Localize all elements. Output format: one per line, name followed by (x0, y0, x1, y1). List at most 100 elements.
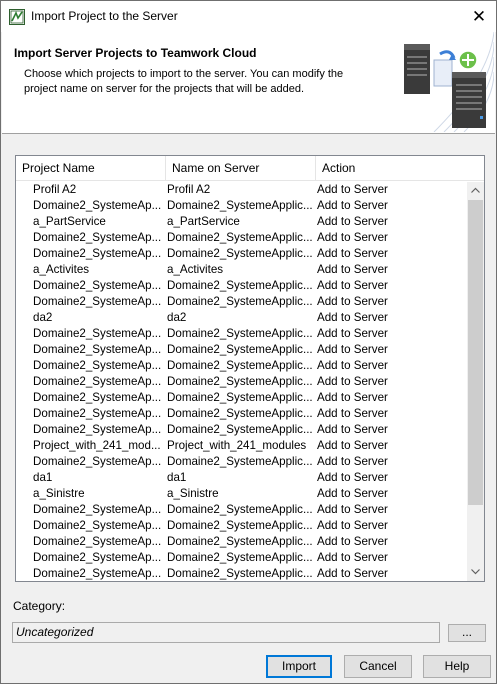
name-on-server-cell[interactable]: Domaine2_SystemeApplic... (167, 358, 314, 374)
action-cell[interactable]: Add to Server (317, 502, 465, 518)
name-on-server-cell[interactable]: a_Activites (167, 262, 314, 278)
table-row[interactable]: da2 da2 Add to Server (16, 310, 466, 326)
action-cell[interactable]: Add to Server (317, 182, 465, 198)
table-row[interactable]: Domaine2_SystemeAp... Domaine2_SystemeApp… (16, 390, 466, 406)
action-cell[interactable]: Add to Server (317, 230, 465, 246)
action-cell[interactable]: Add to Server (317, 390, 465, 406)
close-button[interactable]: ✕ (462, 1, 496, 32)
name-on-server-cell[interactable]: Domaine2_SystemeApplic... (167, 278, 314, 294)
project-name-cell: Domaine2_SystemeAp... (33, 567, 162, 580)
name-on-server-cell[interactable]: Domaine2_SystemeApplic... (167, 390, 314, 406)
table-row[interactable]: Profil A2 Profil A2 Add to Server (16, 182, 466, 198)
chevron-down-icon[interactable] (467, 564, 484, 581)
table-row[interactable]: Domaine2_SystemeAp... Domaine2_SystemeApp… (16, 358, 466, 374)
project-name-cell: Domaine2_SystemeAp... (33, 247, 162, 260)
table-row[interactable]: a_PartService a_PartService Add to Server (16, 214, 466, 230)
action-cell[interactable]: Add to Server (317, 198, 465, 214)
action-cell[interactable]: Add to Server (317, 262, 465, 278)
project-name-cell: a_Activites (33, 263, 90, 276)
column-header-action[interactable]: Action (316, 156, 466, 181)
table-row[interactable]: Domaine2_SystemeAp... Domaine2_SystemeApp… (16, 326, 466, 342)
table-row[interactable]: Project_with_241_mod... Project_with_241_… (16, 438, 466, 454)
name-on-server-cell[interactable]: Profil A2 (167, 182, 314, 198)
name-on-server-cell[interactable]: Domaine2_SystemeApplic... (167, 518, 314, 534)
project-name-cell: Domaine2_SystemeAp... (33, 455, 162, 468)
name-on-server-cell[interactable]: Domaine2_SystemeApplic... (167, 198, 314, 214)
category-browse-button[interactable]: ... (448, 624, 486, 642)
vertical-scrollbar[interactable] (467, 182, 484, 581)
action-cell[interactable]: Add to Server (317, 550, 465, 566)
table-row[interactable]: Domaine2_SystemeAp... Domaine2_SystemeApp… (16, 230, 466, 246)
table-row[interactable]: Domaine2_SystemeAp... Domaine2_SystemeApp… (16, 406, 466, 422)
project-name-cell: Domaine2_SystemeAp... (33, 375, 162, 388)
action-cell[interactable]: Add to Server (317, 358, 465, 374)
table-row[interactable]: Domaine2_SystemeAp... Domaine2_SystemeApp… (16, 550, 466, 566)
name-on-server-cell[interactable]: a_Sinistre (167, 486, 314, 502)
name-on-server-cell[interactable]: da2 (167, 310, 314, 326)
action-cell[interactable]: Add to Server (317, 214, 465, 230)
action-cell[interactable]: Add to Server (317, 278, 465, 294)
chevron-up-icon[interactable] (467, 182, 484, 199)
name-on-server-cell[interactable]: Domaine2_SystemeApplic... (167, 294, 314, 310)
action-cell[interactable]: Add to Server (317, 518, 465, 534)
table-row[interactable]: Domaine2_SystemeAp... Domaine2_SystemeApp… (16, 518, 466, 534)
table-row[interactable]: Domaine2_SystemeAp... Domaine2_SystemeApp… (16, 374, 466, 390)
action-cell[interactable]: Add to Server (317, 310, 465, 326)
table-row[interactable]: Domaine2_SystemeAp... Domaine2_SystemeApp… (16, 422, 466, 438)
action-cell[interactable]: Add to Server (317, 374, 465, 390)
action-cell[interactable]: Add to Server (317, 454, 465, 470)
name-on-server-cell[interactable]: Domaine2_SystemeApplic... (167, 502, 314, 518)
table-row[interactable]: Domaine2_SystemeAp... Domaine2_SystemeApp… (16, 502, 466, 518)
cancel-button[interactable]: Cancel (344, 655, 412, 678)
name-on-server-cell[interactable]: Project_with_241_modules (167, 438, 314, 454)
action-cell[interactable]: Add to Server (317, 326, 465, 342)
project-name-cell: Domaine2_SystemeAp... (33, 519, 162, 532)
name-on-server-cell[interactable]: Domaine2_SystemeApplic... (167, 566, 314, 581)
table-row[interactable]: Domaine2_SystemeAp... Domaine2_SystemeApp… (16, 566, 466, 581)
table-row[interactable]: Domaine2_SystemeAp... Domaine2_SystemeApp… (16, 534, 466, 550)
table-row[interactable]: Domaine2_SystemeAp... Domaine2_SystemeApp… (16, 454, 466, 470)
action-cell[interactable]: Add to Server (317, 294, 465, 310)
action-cell[interactable]: Add to Server (317, 566, 465, 581)
table-row[interactable]: a_Activites a_Activites Add to Server (16, 262, 466, 278)
action-cell[interactable]: Add to Server (317, 342, 465, 358)
name-on-server-cell[interactable]: Domaine2_SystemeApplic... (167, 326, 314, 342)
project-name-cell: Domaine2_SystemeAp... (33, 535, 162, 548)
scrollbar-thumb[interactable] (468, 200, 483, 505)
name-on-server-cell[interactable]: Domaine2_SystemeApplic... (167, 374, 314, 390)
name-on-server-cell[interactable]: Domaine2_SystemeApplic... (167, 342, 314, 358)
table-row[interactable]: Domaine2_SystemeAp... Domaine2_SystemeApp… (16, 198, 466, 214)
action-cell[interactable]: Add to Server (317, 470, 465, 486)
import-button[interactable]: Import (266, 655, 332, 678)
action-cell[interactable]: Add to Server (317, 486, 465, 502)
table-row[interactable]: a_Sinistre a_Sinistre Add to Server (16, 486, 466, 502)
column-header-name-on-server[interactable]: Name on Server (166, 156, 316, 181)
project-name-cell: Domaine2_SystemeAp... (33, 327, 162, 340)
project-name-cell: Project_with_241_mod... (33, 439, 161, 452)
column-header-project-name[interactable]: Project Name (16, 156, 166, 181)
table-row[interactable]: Domaine2_SystemeAp... Domaine2_SystemeApp… (16, 278, 466, 294)
name-on-server-cell[interactable]: Domaine2_SystemeApplic... (167, 422, 314, 438)
action-cell[interactable]: Add to Server (317, 246, 465, 262)
table-row[interactable]: Domaine2_SystemeAp... Domaine2_SystemeApp… (16, 342, 466, 358)
name-on-server-cell[interactable]: a_PartService (167, 214, 314, 230)
name-on-server-cell[interactable]: Domaine2_SystemeApplic... (167, 534, 314, 550)
table-row[interactable]: Domaine2_SystemeAp... Domaine2_SystemeApp… (16, 294, 466, 310)
action-cell[interactable]: Add to Server (317, 438, 465, 454)
name-on-server-cell[interactable]: da1 (167, 470, 314, 486)
project-name-cell: Domaine2_SystemeAp... (33, 279, 162, 292)
table-row[interactable]: da1 da1 Add to Server (16, 470, 466, 486)
table-row[interactable]: Domaine2_SystemeAp... Domaine2_SystemeApp… (16, 246, 466, 262)
action-cell[interactable]: Add to Server (317, 406, 465, 422)
name-on-server-cell[interactable]: Domaine2_SystemeApplic... (167, 550, 314, 566)
name-on-server-cell[interactable]: Domaine2_SystemeApplic... (167, 454, 314, 470)
help-button[interactable]: Help (423, 655, 491, 678)
name-on-server-cell[interactable]: Domaine2_SystemeApplic... (167, 230, 314, 246)
action-cell[interactable]: Add to Server (317, 422, 465, 438)
project-name-cell: Domaine2_SystemeAp... (33, 199, 162, 212)
action-cell[interactable]: Add to Server (317, 534, 465, 550)
category-field[interactable]: Uncategorized (12, 622, 440, 643)
name-on-server-cell[interactable]: Domaine2_SystemeApplic... (167, 246, 314, 262)
project-name-cell: Domaine2_SystemeAp... (33, 231, 162, 244)
name-on-server-cell[interactable]: Domaine2_SystemeApplic... (167, 406, 314, 422)
